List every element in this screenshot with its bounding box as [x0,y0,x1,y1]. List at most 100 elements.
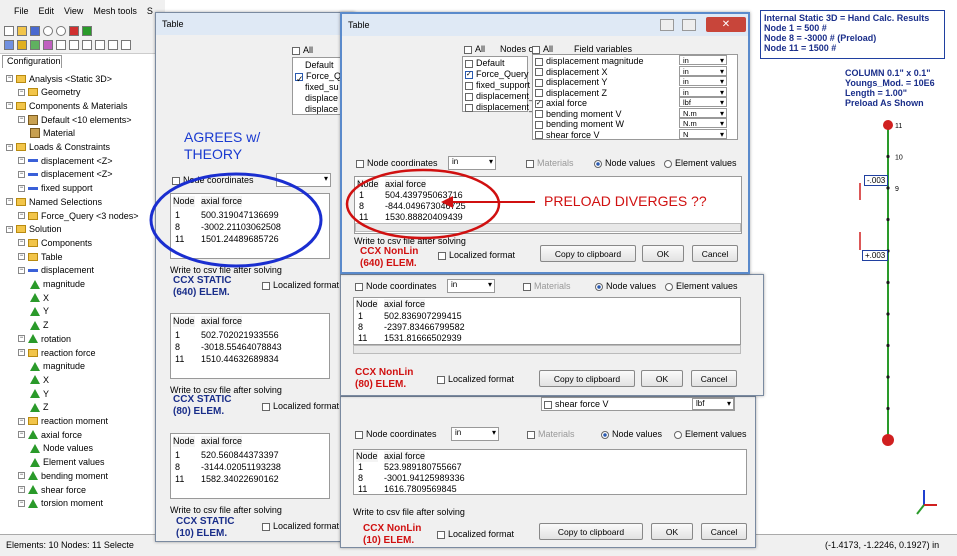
copy-to-clipboard-button[interactable]: Copy to clipboard [539,523,643,540]
element-values-radio[interactable]: Element values [674,429,747,440]
unit-dropdown[interactable]: in [679,76,727,86]
solve-icon[interactable] [82,26,92,36]
materials-checkbox[interactable]: Materials [523,281,571,292]
tree-item[interactable]: X [30,373,49,386]
maximize-icon[interactable] [682,19,696,31]
localized-checkbox[interactable]: Localized format [262,401,339,412]
checkbox[interactable] [292,46,300,55]
localized-checkbox[interactable]: Localized format [262,280,339,291]
unit-dropdown[interactable]: N.m [679,107,727,118]
expand-icon[interactable]: − [18,417,25,425]
expand-icon[interactable]: − [18,486,25,493]
tree-item[interactable]: − Loads & Constraints [6,141,110,154]
list-item[interactable]: Default [465,58,505,69]
tree-item[interactable]: − bending moment [18,469,108,482]
expand-icon[interactable]: − [6,225,13,233]
tree-item[interactable]: − Analysis <Static 3D> [6,72,112,85]
zoom-icon[interactable] [56,40,66,50]
expand-icon[interactable]: − [6,143,13,151]
expand-icon[interactable]: − [18,184,25,192]
fit-icon[interactable] [69,40,79,50]
expand-icon[interactable]: − [18,88,25,96]
cancel-button[interactable]: Cancel [691,370,737,387]
tree-item[interactable]: − Force_Query <3 nodes> [18,209,139,222]
tree-item[interactable]: − Geometry [18,86,81,99]
view-side-icon[interactable] [30,40,40,50]
unit-dropdown[interactable]: in [451,427,499,441]
materials-checkbox[interactable]: Materials [527,429,575,440]
field-variable-item[interactable]: displacement Y [535,77,607,88]
menu-view[interactable]: View [64,6,83,16]
all-checkbox-row[interactable]: All [292,45,313,56]
unit-dropdown[interactable]: in [679,86,727,97]
tree-item[interactable]: X [30,291,49,304]
list-item[interactable]: displace [305,93,338,104]
list-item[interactable]: displace [305,104,338,115]
select-icon[interactable] [82,40,92,50]
list-item[interactable]: ✓ Force_Query [465,69,529,80]
checkbox[interactable]: ✓ [535,99,543,108]
expand-icon[interactable]: − [18,499,25,507]
open-folder-icon[interactable] [17,26,27,36]
localized-checkbox[interactable]: Localized format [437,374,514,385]
menu-edit[interactable]: Edit [39,6,55,16]
tree-item[interactable]: − axial force [18,428,82,441]
expand-icon[interactable]: − [18,349,25,356]
tree-item[interactable]: − displacement [18,264,94,277]
table-dialog-nonlin-80[interactable]: Node coordinates in Materials Node value… [340,274,764,396]
view-top-icon[interactable] [17,40,27,50]
cancel-button[interactable]: Cancel [692,245,738,262]
checkbox[interactable] [535,131,543,140]
selection-list[interactable]: Default ✓ Force_Query fixed_support displ… [462,56,534,112]
tree-item[interactable]: − rotation [18,332,71,345]
unit-dropdown[interactable]: in [679,65,727,76]
menu-file[interactable]: File [14,6,29,16]
expand-icon[interactable]: − [18,157,25,165]
checkbox[interactable] [535,57,543,66]
list-item[interactable]: fixed_su [305,82,339,93]
view-front-icon[interactable] [4,40,14,50]
tree-item[interactable]: − Default <10 elements> [18,113,132,126]
unit-dropdown[interactable]: N [679,128,727,139]
tree-item[interactable]: magnitude [30,360,85,373]
tree-item[interactable]: − torsion moment [18,497,103,510]
tree-item[interactable]: − reaction force [18,346,96,359]
expand-icon[interactable]: − [6,198,13,206]
new-file-icon[interactable] [4,26,14,36]
redo-icon[interactable] [56,26,66,36]
cross-icon[interactable] [121,40,131,50]
ok-button[interactable]: OK [651,523,693,540]
unit-dropdown[interactable]: lbf [692,398,734,410]
node-values-radio[interactable]: Node values [601,429,662,440]
expand-icon[interactable]: − [18,431,25,439]
expand-icon[interactable]: − [18,253,25,261]
node-values-radio[interactable]: Node values [595,281,656,292]
field-variable-item[interactable]: displacement X [535,67,608,78]
list-item[interactable]: Default [305,60,334,71]
node-coordinates-checkbox[interactable]: Node coordinates [355,429,437,440]
localized-checkbox[interactable]: Localized format [262,521,339,532]
tree-item[interactable]: − Solution [6,223,62,236]
tree-item[interactable]: − Components & Materials [6,99,128,112]
list-item[interactable]: displacement_ [465,91,534,102]
ok-button[interactable]: OK [641,370,683,387]
node-coordinates-checkbox[interactable]: Node coordinates [355,281,437,292]
minimize-icon[interactable] [660,19,674,31]
field-variable-list[interactable]: displacement magnitude in displacement X in… [532,54,738,140]
list-item[interactable]: fixed_support [465,80,530,91]
menu-mesh-tools[interactable]: Mesh tools [93,6,137,16]
horizontal-scrollbar[interactable] [353,345,741,354]
expand-icon[interactable]: − [18,170,25,178]
list-item[interactable]: displacement_ [465,102,534,113]
tree-item[interactable]: − Table [18,250,63,263]
hide-icon[interactable] [95,40,105,50]
localized-checkbox[interactable]: Localized format [437,529,514,540]
save-icon[interactable] [30,26,40,36]
field-variable-item[interactable]: bending moment W [535,119,624,130]
tree-item[interactable]: Element values [30,456,105,469]
cancel-button[interactable]: Cancel [701,523,747,540]
tree-item[interactable]: Y [30,387,49,400]
table-dialog-static[interactable]: Table All Default ✓ Force_Q fixed_su disp… [155,12,356,542]
mesh-icon[interactable] [69,26,79,36]
table-dialog-nonlin-10[interactable]: shear force V lbf Node coordinates in Ma… [340,396,756,548]
